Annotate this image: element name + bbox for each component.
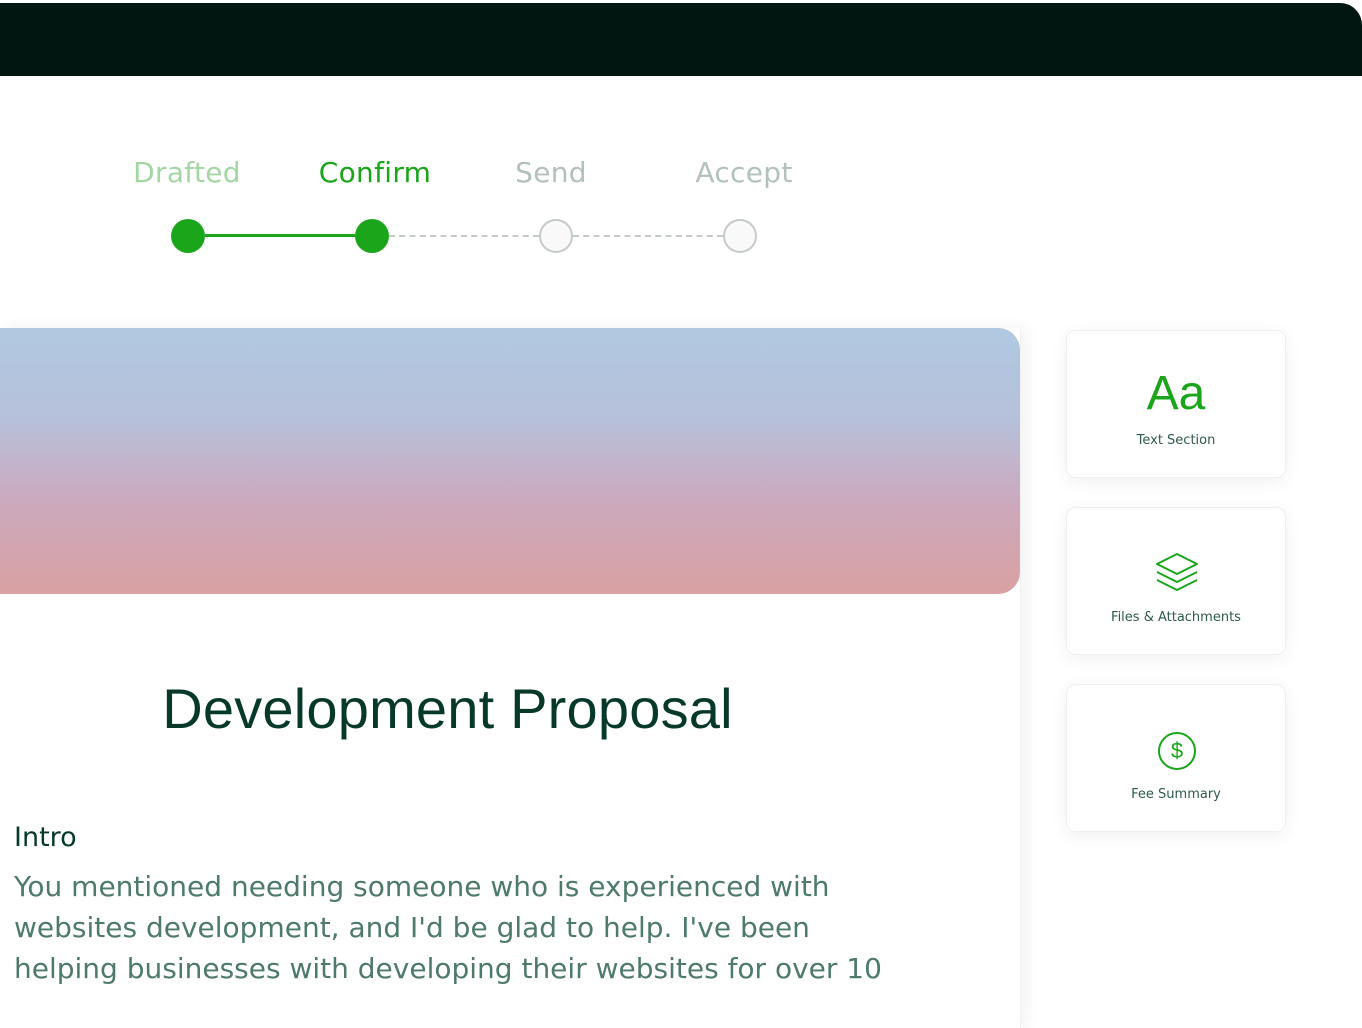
step-dot-send[interactable] [539, 219, 573, 253]
step-connector-pending [573, 235, 723, 237]
step-connector-pending [389, 235, 539, 237]
intro-body-text[interactable]: You mentioned needing someone who is exp… [14, 866, 914, 989]
dollar-circle-icon: $ [1158, 732, 1196, 770]
document-title[interactable]: Development Proposal [0, 676, 895, 741]
text-aa-icon: Aa [1146, 367, 1206, 420]
step-label-accept[interactable]: Accept [644, 156, 844, 189]
card-label: Fee Summary [1131, 787, 1221, 802]
cover-banner-image [0, 328, 1020, 594]
step-dot-confirm[interactable] [355, 219, 389, 253]
svg-text:$: $ [1171, 738, 1183, 763]
fee-summary-card[interactable]: $ Fee Summary [1066, 684, 1286, 832]
step-dot-drafted[interactable] [171, 219, 205, 253]
text-section-card[interactable]: Aa Text Section [1066, 330, 1286, 478]
step-connector-completed [205, 234, 355, 237]
card-label: Files & Attachments [1111, 610, 1241, 625]
progress-stepper: Drafted Confirm Send Accept [0, 0, 900, 280]
layers-icon [1156, 553, 1198, 591]
step-dot-accept[interactable] [723, 219, 757, 253]
card-label: Text Section [1136, 433, 1216, 448]
intro-heading[interactable]: Intro [14, 822, 77, 853]
files-attachments-card[interactable]: Files & Attachments [1066, 507, 1286, 655]
step-label-send[interactable]: Send [451, 156, 651, 189]
step-label-drafted[interactable]: Drafted [87, 156, 287, 189]
step-label-confirm[interactable]: Confirm [275, 156, 475, 189]
